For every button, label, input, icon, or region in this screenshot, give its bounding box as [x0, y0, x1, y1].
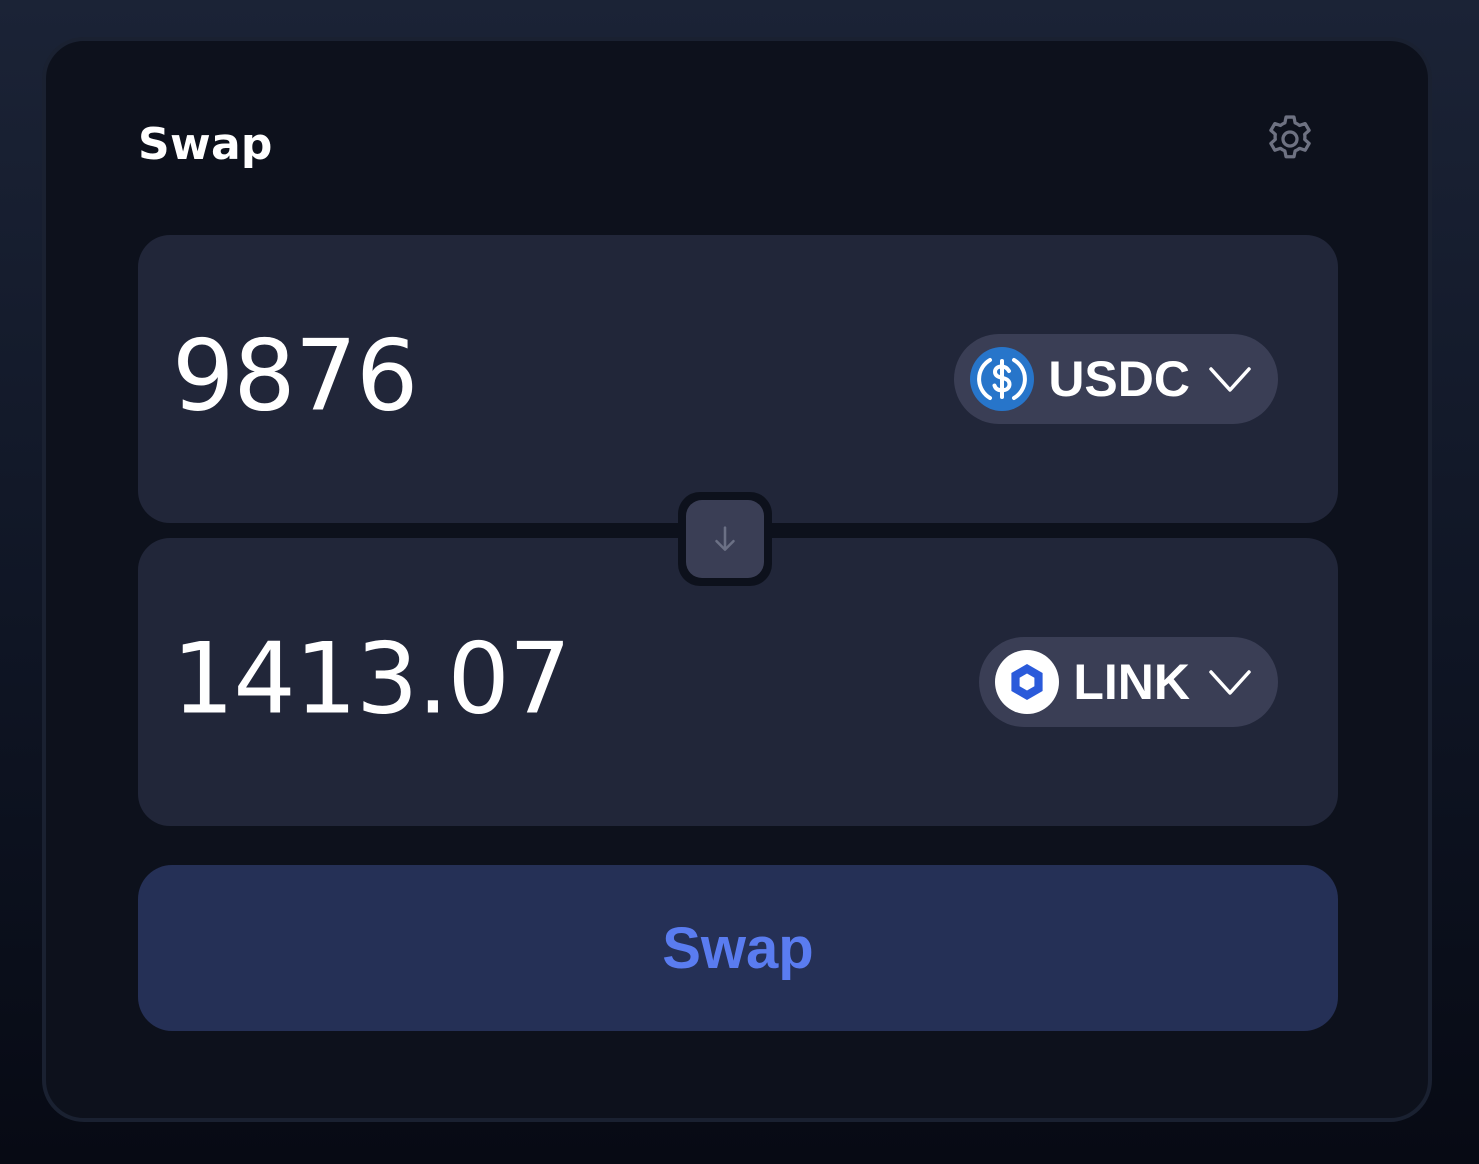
swap-title: Swap — [138, 119, 273, 170]
usdc-logo-icon — [970, 347, 1035, 411]
sell-amount-input[interactable] — [172, 319, 872, 434]
sell-token-symbol: USDC — [1048, 351, 1190, 407]
gear-icon[interactable] — [1262, 111, 1318, 167]
buy-token-selector[interactable]: LINK — [979, 637, 1278, 727]
buy-amount-input[interactable] — [172, 622, 872, 737]
flip-button-frame — [678, 492, 772, 586]
sell-token-selector[interactable]: USDC — [954, 334, 1278, 424]
chainlink-logo-icon — [995, 650, 1060, 714]
buy-token-symbol: LINK — [1073, 654, 1190, 710]
chevron-down-icon — [1209, 367, 1251, 392]
flip-direction-button[interactable] — [686, 500, 764, 578]
swap-button[interactable]: Swap — [138, 865, 1338, 1031]
sell-panel: USDC — [138, 235, 1338, 523]
arrow-down-icon — [715, 526, 735, 551]
chevron-down-icon — [1209, 670, 1251, 695]
swap-card: Swap USDC — [42, 37, 1432, 1122]
